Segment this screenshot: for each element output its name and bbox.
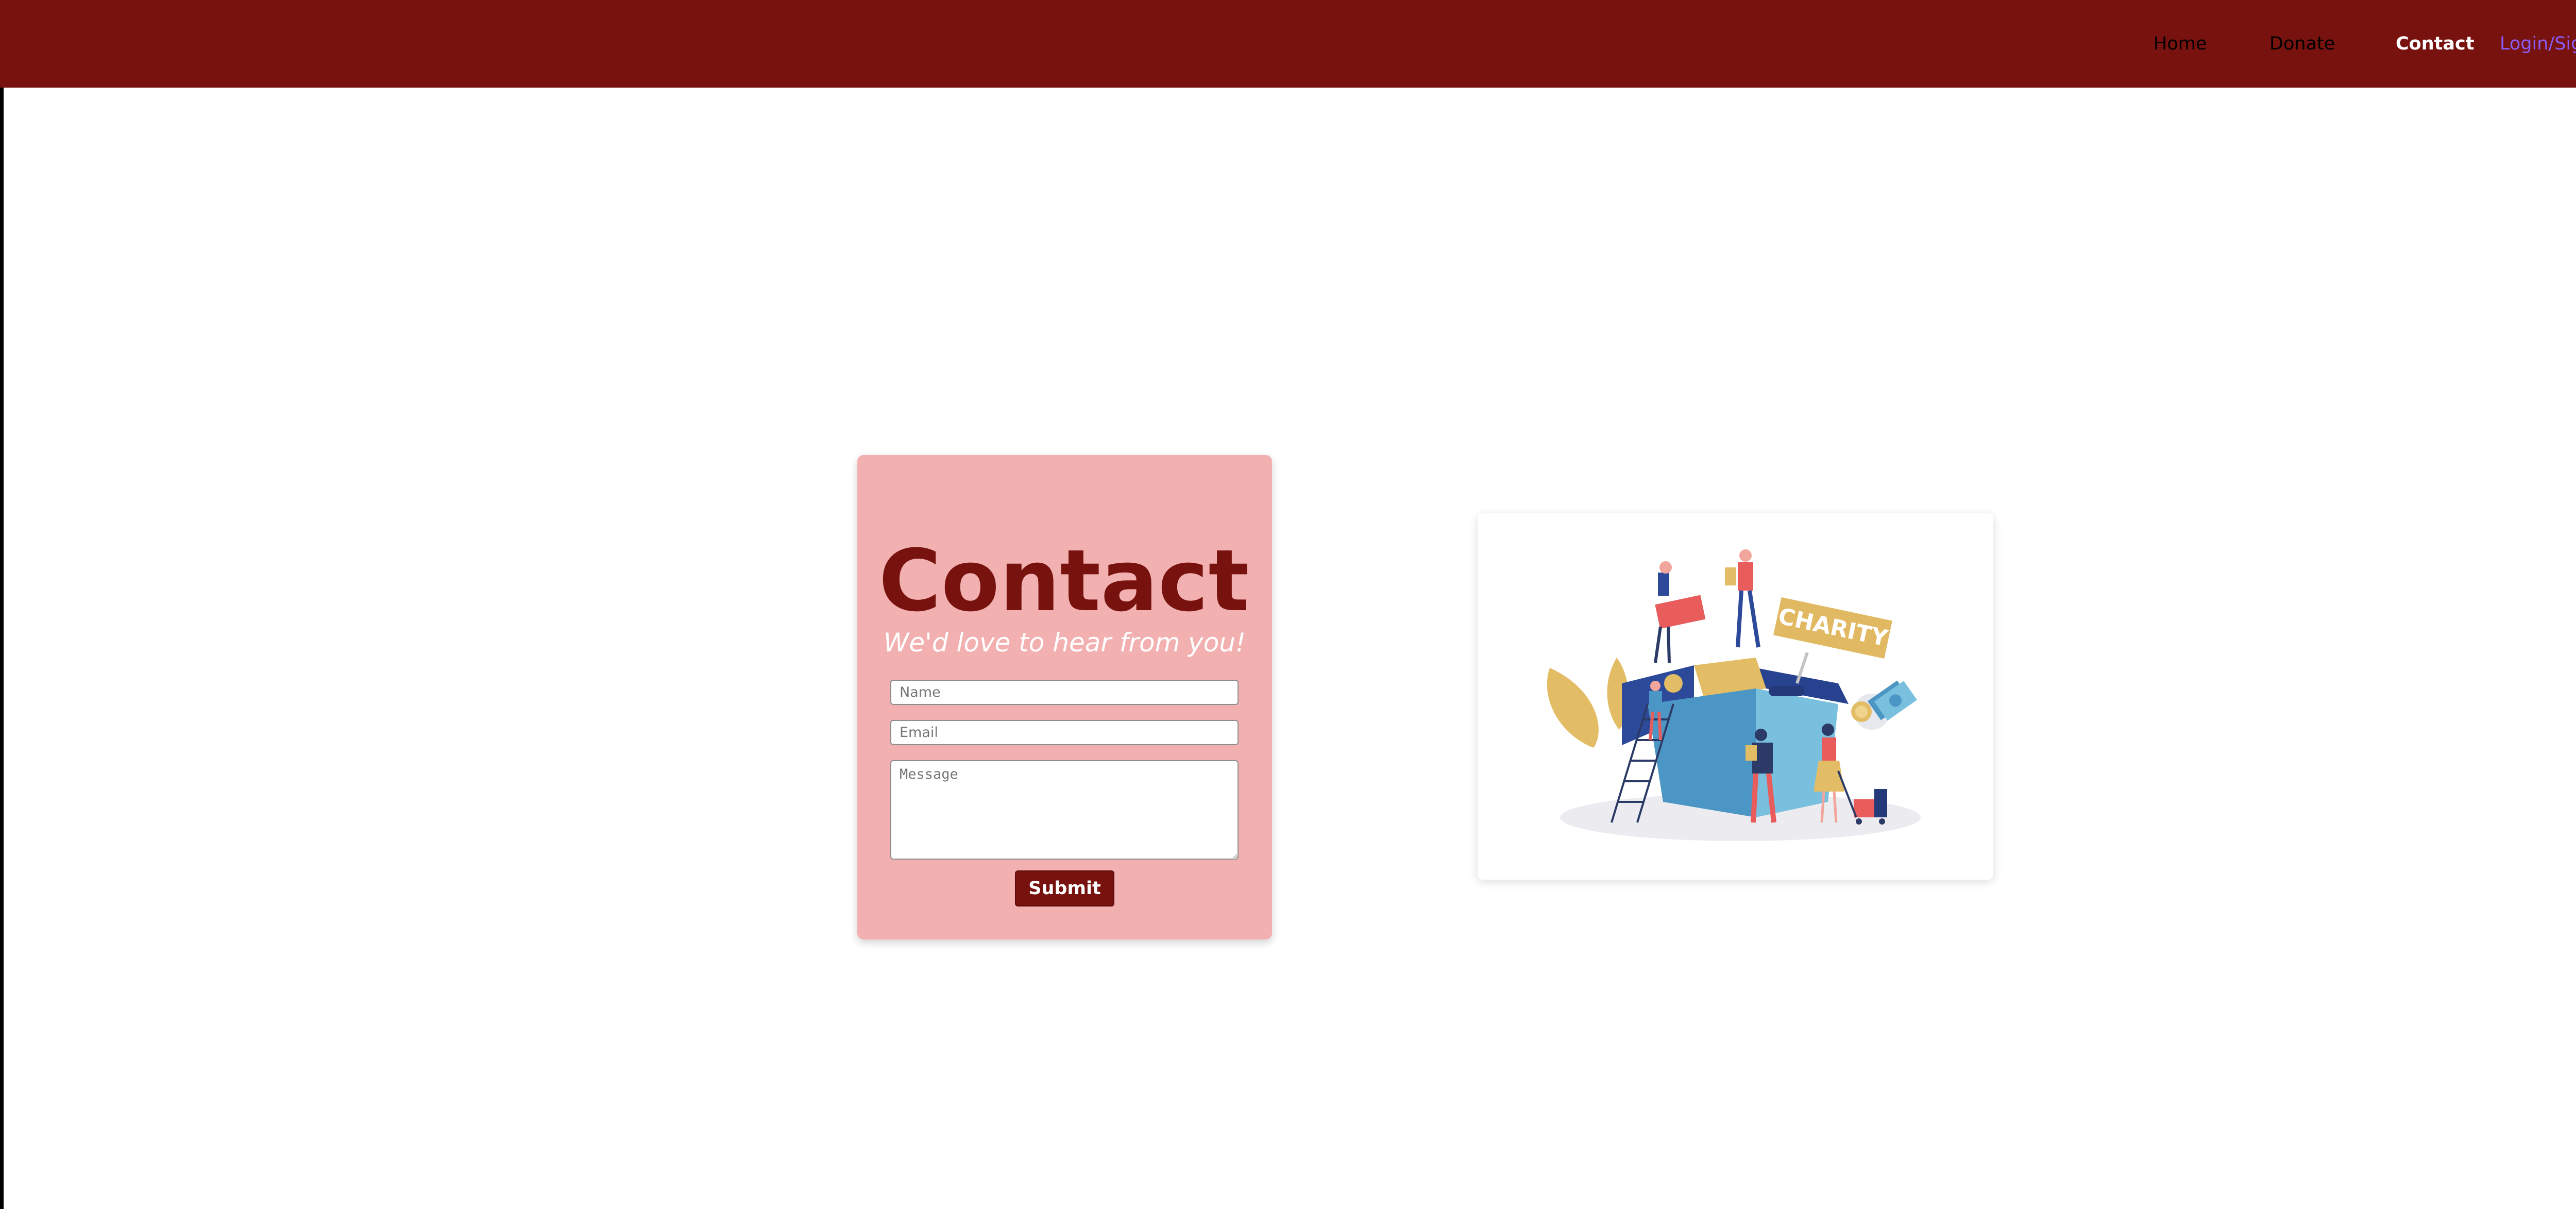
- leaf-left: [1547, 668, 1599, 748]
- charity-sign: CHARITY: [1773, 597, 1892, 659]
- money-icon: [1851, 680, 1917, 730]
- left-border: [0, 88, 4, 1209]
- coin: [1664, 674, 1683, 693]
- box-front-left: [1648, 689, 1756, 817]
- nav-contact-link[interactable]: Contact: [2396, 0, 2474, 88]
- page: Home Donate Contact Login/Sign Up Contac…: [0, 0, 2576, 1209]
- nav-login-signup-link[interactable]: Login/Sign Up: [2500, 0, 2576, 88]
- email-input[interactable]: [890, 720, 1239, 745]
- submit-button[interactable]: Submit: [1015, 870, 1114, 906]
- charity-illustration-card: CHARITY: [1478, 513, 1993, 880]
- person-on-box: [1725, 549, 1760, 648]
- nav-home-link[interactable]: Home: [2154, 0, 2207, 88]
- name-input[interactable]: [890, 680, 1239, 705]
- person-with-box: [1654, 561, 1706, 663]
- box-slot: [1769, 686, 1805, 696]
- nav-donate-link[interactable]: Donate: [2269, 0, 2335, 88]
- message-textarea[interactable]: [890, 760, 1239, 860]
- contact-subtitle: We'd love to hear from you!: [883, 628, 1246, 658]
- charity-illustration: CHARITY: [1547, 549, 1921, 841]
